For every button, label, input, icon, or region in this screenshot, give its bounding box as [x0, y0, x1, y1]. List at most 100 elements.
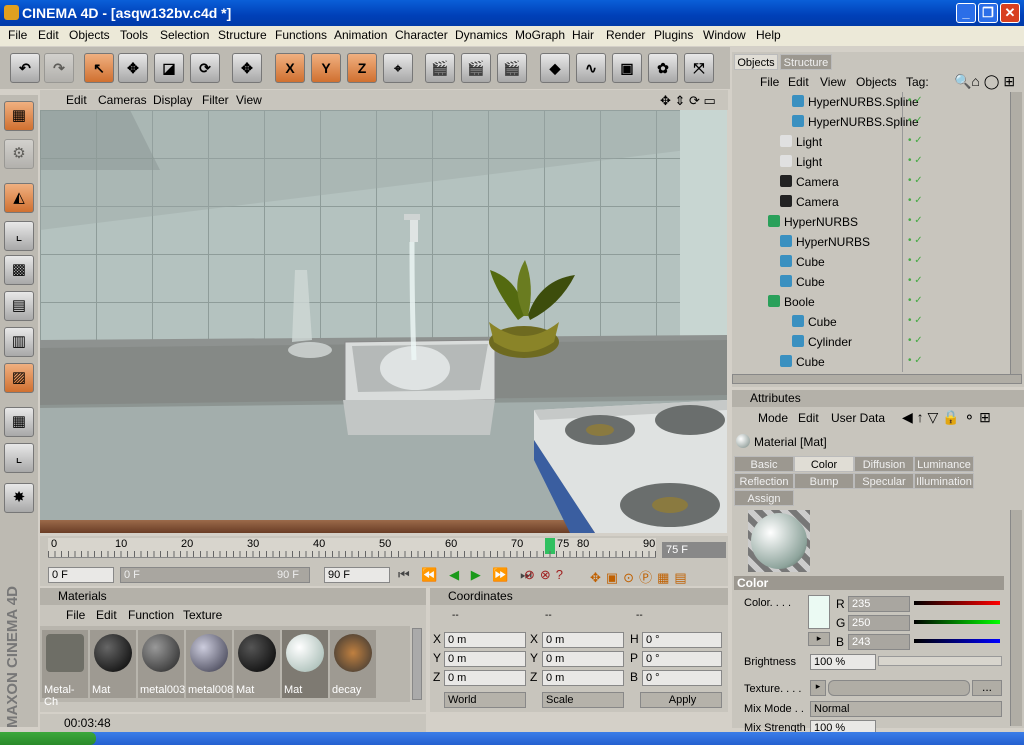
- y-axis-button[interactable]: Y: [311, 53, 341, 83]
- pos-z-field[interactable]: 0 m: [444, 670, 526, 686]
- object-row[interactable]: HyperNURBS • ✓: [732, 232, 1002, 252]
- visibility-toggle[interactable]: • ✓: [908, 355, 923, 366]
- visibility-toggle[interactable]: • ✓: [908, 215, 923, 226]
- material-slot[interactable]: metal003: [138, 630, 185, 698]
- points-mode-icon[interactable]: ◭: [4, 183, 34, 213]
- menu-functions[interactable]: Functions: [275, 28, 327, 42]
- menu-dynamics[interactable]: Dynamics: [455, 28, 508, 42]
- attr-menu-mode[interactable]: Mode: [758, 411, 788, 425]
- materials-menu-file[interactable]: File: [66, 608, 85, 622]
- live-selection-icon[interactable]: ↖: [84, 53, 114, 83]
- viewport-menu-edit[interactable]: Edit: [66, 93, 87, 107]
- viewport-nav-icons[interactable]: ✥ ⇕ ⟳ ▭: [660, 93, 716, 109]
- menu-render[interactable]: Render: [606, 28, 645, 42]
- object-row[interactable]: HyperNURBS.Spline • ✓: [732, 92, 1002, 112]
- objects-scrollbar[interactable]: [1010, 92, 1022, 374]
- snap-icon[interactable]: ⌞: [4, 443, 34, 473]
- pos-y-field[interactable]: 0 m: [444, 651, 526, 667]
- tab-color[interactable]: Color: [794, 456, 854, 472]
- move-icon[interactable]: ✥: [118, 53, 148, 83]
- restore-button[interactable]: ❐: [978, 3, 998, 23]
- objects-menu-edit[interactable]: Edit: [788, 75, 809, 89]
- rot-h-field[interactable]: 0 °: [642, 632, 722, 648]
- visibility-toggle[interactable]: • ✓: [908, 295, 923, 306]
- transport-controls[interactable]: ⏮ ⏪ ◀ ▶ ⏩ ⏭: [398, 567, 536, 583]
- visibility-toggle[interactable]: • ✓: [908, 95, 923, 106]
- preview-range-slider[interactable]: 0 F 90 F: [120, 567, 310, 583]
- brightness-slider[interactable]: [878, 656, 1002, 666]
- menu-animation[interactable]: Animation: [334, 28, 387, 42]
- array-icon[interactable]: ✿: [648, 53, 678, 83]
- tab-assign[interactable]: Assign: [734, 490, 794, 506]
- viewport-menu-display[interactable]: Display: [153, 93, 192, 107]
- coordinate-system-icon[interactable]: ⌖: [383, 53, 413, 83]
- tab-bump[interactable]: Bump: [794, 473, 854, 489]
- texture-menu-button[interactable]: ▸: [810, 680, 826, 696]
- menu-help[interactable]: Help: [756, 28, 781, 42]
- use-model-icon[interactable]: ▦: [4, 101, 34, 131]
- size-z-field[interactable]: 0 m: [542, 670, 624, 686]
- objects-menu-tag[interactable]: Tag:: [906, 75, 929, 89]
- visibility-toggle[interactable]: • ✓: [908, 235, 923, 246]
- material-preview[interactable]: [748, 510, 810, 572]
- object-row[interactable]: Boole • ✓: [732, 292, 1002, 312]
- texture-mode-icon[interactable]: ▤: [4, 291, 34, 321]
- tab-illumination[interactable]: Illumination: [914, 473, 974, 489]
- polygons-mode-icon[interactable]: ▩: [4, 255, 34, 285]
- color-swatch[interactable]: [808, 595, 830, 629]
- material-slot[interactable]: Mat: [90, 630, 136, 698]
- viewport-menu-view[interactable]: View: [236, 93, 262, 107]
- coord-system-dropdown[interactable]: World: [444, 692, 526, 708]
- object-row[interactable]: HyperNURBS • ✓: [732, 212, 1002, 232]
- green-field[interactable]: 250: [848, 615, 910, 631]
- materials-menu-function[interactable]: Function: [128, 608, 174, 622]
- object-row[interactable]: Camera • ✓: [732, 192, 1002, 212]
- blue-field[interactable]: 243: [848, 634, 910, 650]
- visibility-toggle[interactable]: • ✓: [908, 155, 923, 166]
- menu-mograph[interactable]: MoGraph: [515, 28, 565, 42]
- start-button[interactable]: [0, 732, 96, 745]
- search-home-icons[interactable]: 🔍⌂ ◯ ⊞: [954, 73, 1015, 90]
- objects-hscrollbar[interactable]: [732, 374, 1022, 384]
- visibility-toggle[interactable]: • ✓: [908, 335, 923, 346]
- visibility-toggle[interactable]: • ✓: [908, 255, 923, 266]
- object-row[interactable]: Light • ✓: [732, 152, 1002, 172]
- visibility-toggle[interactable]: • ✓: [908, 115, 923, 126]
- render-picture-viewer-icon[interactable]: 🎬: [461, 53, 491, 83]
- object-row[interactable]: Cube • ✓: [732, 312, 1002, 332]
- scale-icon[interactable]: ◪: [154, 53, 184, 83]
- visibility-toggle[interactable]: • ✓: [908, 135, 923, 146]
- tab-diffusion[interactable]: Diffusion: [854, 456, 914, 472]
- materials-menu-edit[interactable]: Edit: [96, 608, 117, 622]
- mixmode-dropdown[interactable]: Normal: [810, 701, 1002, 717]
- texture-browse-button[interactable]: ...: [972, 680, 1002, 696]
- objects-menu-objects[interactable]: Objects: [856, 75, 897, 89]
- animation-mode-icon[interactable]: ▨: [4, 363, 34, 393]
- menu-tools[interactable]: Tools: [120, 28, 148, 42]
- material-slot[interactable]: Mat: [234, 630, 280, 698]
- use-object-icon[interactable]: ⚙: [4, 139, 34, 169]
- edges-mode-icon[interactable]: ⌞: [4, 221, 34, 251]
- close-button[interactable]: ✕: [1000, 3, 1020, 23]
- current-frame-field[interactable]: 75 F: [662, 542, 726, 558]
- sculpt-icon[interactable]: ✸: [4, 483, 34, 513]
- menu-edit[interactable]: Edit: [38, 28, 59, 42]
- end-frame-field[interactable]: 90 F: [324, 567, 390, 583]
- blue-slider[interactable]: [914, 639, 1000, 643]
- attributes-scrollbar[interactable]: [1010, 510, 1022, 726]
- undo-icon[interactable]: ↶: [10, 53, 40, 83]
- object-row[interactable]: HyperNURBS.Spline • ✓: [732, 112, 1002, 132]
- menu-hair[interactable]: Hair: [572, 28, 594, 42]
- z-axis-button[interactable]: Z: [347, 53, 377, 83]
- tab-specular[interactable]: Specular: [854, 473, 914, 489]
- material-slot[interactable]: decay: [330, 630, 376, 698]
- x-axis-button[interactable]: X: [275, 53, 305, 83]
- size-x-field[interactable]: 0 m: [542, 632, 624, 648]
- rot-b-field[interactable]: 0 °: [642, 670, 722, 686]
- object-row[interactable]: Cube • ✓: [732, 352, 1002, 372]
- menu-objects[interactable]: Objects: [69, 28, 110, 42]
- attr-nav-icons[interactable]: ◀ ↑ ▽ 🔒 ⚬ ⊞: [902, 409, 991, 426]
- coord-scale-dropdown[interactable]: Scale: [542, 692, 624, 708]
- object-row[interactable]: Camera • ✓: [732, 172, 1002, 192]
- object-row[interactable]: Light • ✓: [732, 132, 1002, 152]
